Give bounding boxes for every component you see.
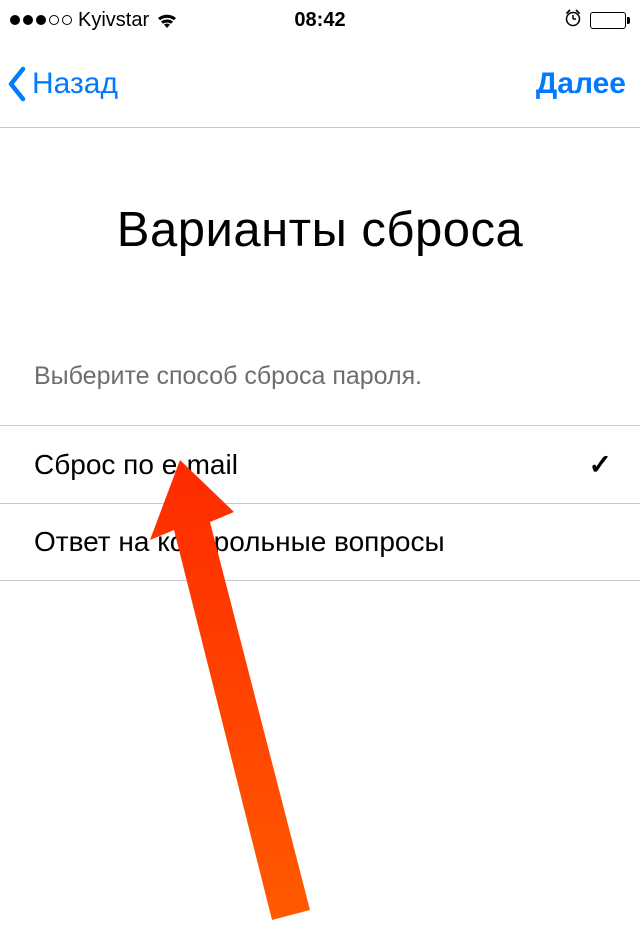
wifi-icon bbox=[155, 11, 179, 29]
back-button[interactable]: Назад bbox=[6, 65, 118, 103]
checkmark-icon: ✓ bbox=[589, 448, 612, 481]
option-security-questions[interactable]: Ответ на контрольные вопросы bbox=[0, 504, 640, 581]
page-subtitle: Выберите способ сброса пароля. bbox=[0, 362, 640, 391]
alarm-icon bbox=[564, 9, 582, 32]
status-bar: Kyivstar 08:42 bbox=[0, 0, 640, 40]
option-label: Ответ на контрольные вопросы bbox=[34, 526, 445, 558]
option-label: Сброс по e-mail bbox=[34, 449, 238, 481]
nav-bar: Назад Далее bbox=[0, 40, 640, 128]
chevron-left-icon bbox=[6, 65, 28, 103]
battery-icon bbox=[590, 12, 630, 29]
option-reset-email[interactable]: Сброс по e-mail ✓ bbox=[0, 426, 640, 504]
signal-strength-icon bbox=[10, 15, 72, 25]
options-list: Сброс по e-mail ✓ Ответ на контрольные в… bbox=[0, 425, 640, 581]
status-left: Kyivstar bbox=[10, 9, 179, 32]
status-right bbox=[564, 9, 630, 32]
next-button[interactable]: Далее bbox=[536, 67, 626, 101]
back-label: Назад bbox=[32, 67, 118, 101]
carrier-label: Kyivstar bbox=[78, 9, 149, 32]
status-time: 08:42 bbox=[294, 9, 345, 32]
page-title: Варианты сброса bbox=[0, 202, 640, 258]
